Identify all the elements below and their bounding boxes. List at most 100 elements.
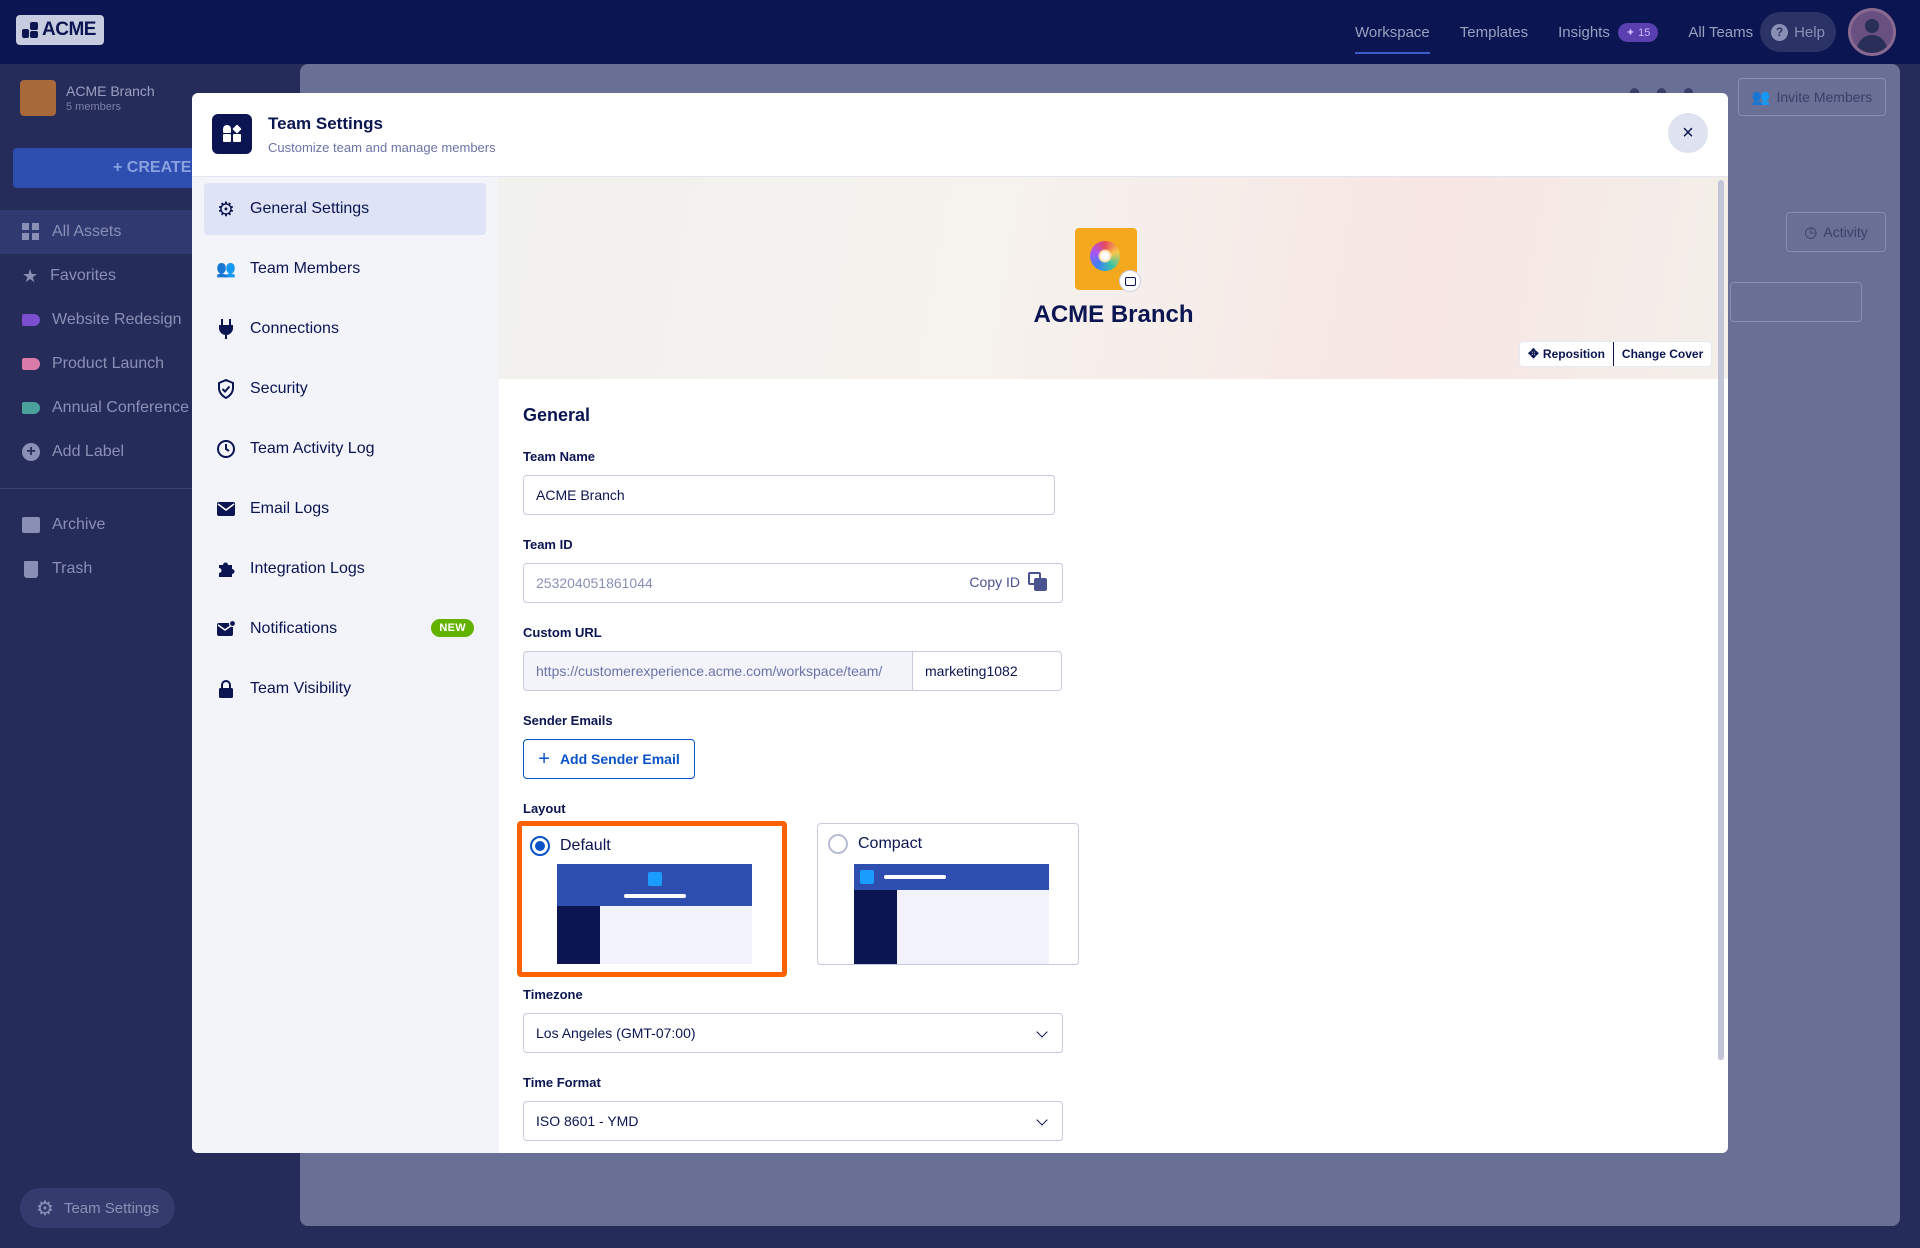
team-settings-icon: [212, 114, 252, 154]
chevron-down-icon: [1036, 1114, 1048, 1126]
reposition-button[interactable]: ✥ Reposition: [1520, 342, 1613, 366]
layout-compact-preview: [854, 864, 1049, 964]
nav-insights-label: Insights: [1558, 23, 1610, 41]
nav-label: Notifications: [250, 620, 338, 637]
layout-default-radio[interactable]: [530, 836, 550, 856]
team-id-field: 253204051861044 Copy ID: [523, 563, 1063, 603]
nav-workspace[interactable]: Workspace: [1355, 0, 1430, 64]
team-avatar[interactable]: [1075, 228, 1141, 292]
layout-default-preview: [557, 864, 752, 964]
reposition-label: Reposition: [1542, 347, 1605, 361]
add-sender-email-button[interactable]: + Add Sender Email: [523, 739, 695, 779]
team-id-value: 253204051861044: [536, 575, 653, 591]
team-settings-button[interactable]: ⚙ Team Settings: [20, 1188, 175, 1228]
background-search-box[interactable]: [1730, 282, 1862, 322]
sidebar-item-label: Favorites: [50, 267, 116, 284]
history-icon: ◷: [1804, 224, 1818, 241]
layout-option-default[interactable]: Default: [517, 821, 787, 977]
plug-icon: [216, 319, 236, 339]
logo-text: ACME: [42, 19, 96, 40]
sender-emails-label: Sender Emails: [523, 713, 613, 728]
nav-integration-logs[interactable]: Integration Logs: [204, 543, 486, 595]
sidebar-item-label: Product Launch: [52, 355, 165, 372]
content-scrollbar[interactable]: [1718, 180, 1724, 1060]
team-name-label: Team Name: [523, 449, 596, 464]
insights-badge: ✦ 15: [1617, 22, 1659, 42]
envelope-icon: [216, 499, 236, 519]
mail-bell-icon: [216, 619, 236, 639]
layout-compact-radio[interactable]: [828, 834, 848, 854]
invite-members-button[interactable]: 👥 Invite Members: [1738, 78, 1886, 116]
team-settings-label: Team Settings: [63, 1199, 159, 1217]
move-icon: ✥: [1528, 346, 1539, 361]
custom-url-input[interactable]: marketing1082: [912, 651, 1062, 691]
close-button[interactable]: ×: [1668, 113, 1708, 153]
nav-team-activity-log[interactable]: Team Activity Log: [204, 423, 486, 475]
sidebar-item-trash[interactable]: Trash: [0, 547, 200, 591]
custom-url-field: https://customerexperience.acme.com/work…: [523, 651, 1062, 691]
sidebar-item-product-launch[interactable]: Product Launch: [0, 342, 200, 386]
scrollbar-thumb[interactable]: [1718, 180, 1724, 1060]
nav-connections[interactable]: Connections: [204, 303, 486, 355]
nav-insights[interactable]: Insights ✦ 15: [1558, 0, 1659, 64]
nav-all-teams[interactable]: All Teams: [1688, 0, 1753, 64]
new-badge: NEW: [431, 619, 474, 637]
cover-actions: ✥ Reposition Change Cover: [1520, 342, 1712, 366]
close-icon: ×: [1682, 121, 1694, 144]
label-tag-icon: [22, 358, 40, 370]
team-cover: ACME Branch ✥ Reposition Change Cover: [499, 177, 1728, 379]
modal-title: Team Settings: [268, 114, 383, 133]
activity-button[interactable]: ◷ Activity: [1786, 212, 1886, 252]
gear-icon: ⚙: [36, 1197, 54, 1220]
sidebar-item-annual-conference[interactable]: Annual Conference: [0, 386, 200, 430]
time-format-label: Time Format: [523, 1075, 601, 1090]
history-icon: [216, 439, 236, 459]
sidebar-team[interactable]: ACME Branch 5 members: [20, 80, 155, 116]
archive-icon: [22, 517, 40, 533]
nav-team-members[interactable]: 👥 Team Members: [204, 243, 486, 295]
sidebar-item-add-label[interactable]: + Add Label: [0, 430, 200, 474]
acme-logo[interactable]: ACME: [16, 15, 104, 45]
activity-label: Activity: [1823, 224, 1868, 240]
modal-header: Team Settings Customize team and manage …: [192, 93, 1728, 177]
change-cover-label: Change Cover: [1621, 347, 1704, 361]
nav-email-logs[interactable]: Email Logs: [204, 483, 486, 535]
copy-id-button[interactable]: Copy ID: [969, 572, 1048, 592]
layout-option-compact[interactable]: Compact: [817, 823, 1079, 965]
nav-templates[interactable]: Templates: [1460, 0, 1528, 64]
timezone-select[interactable]: Los Angeles (GMT-07:00): [523, 1013, 1063, 1053]
nav-label: Team Activity Log: [250, 440, 375, 457]
change-photo-icon[interactable]: [1119, 270, 1141, 292]
layout-default-label: Default: [560, 837, 611, 854]
help-button[interactable]: ? Help: [1760, 12, 1836, 52]
nav-label: Team Visibility: [250, 680, 352, 697]
nav-label: Connections: [250, 320, 339, 337]
nav-label: Team Members: [250, 260, 361, 277]
nav-security[interactable]: Security: [204, 363, 486, 415]
lock-icon: [216, 679, 236, 699]
nav-label: Security: [250, 380, 308, 397]
create-button[interactable]: + CREATE: [13, 148, 213, 188]
nav-notifications[interactable]: Notifications NEW: [204, 603, 486, 655]
user-avatar[interactable]: [1848, 8, 1896, 56]
trash-icon: [24, 560, 38, 578]
change-cover-button[interactable]: Change Cover: [1614, 342, 1711, 366]
custom-url-label: Custom URL: [523, 625, 602, 640]
lollipop-icon: [1090, 241, 1120, 271]
sidebar-item-website-redesign[interactable]: Website Redesign: [0, 298, 200, 342]
nav-team-visibility[interactable]: Team Visibility: [204, 663, 486, 715]
grid-icon: [22, 223, 40, 241]
shield-icon: [216, 379, 236, 399]
label-tag-icon: [22, 314, 40, 326]
sidebar-item-label: Add Label: [52, 443, 125, 460]
sidebar-item-favorites[interactable]: ★ Favorites: [0, 254, 200, 298]
time-format-select[interactable]: ISO 8601 - YMD: [523, 1101, 1063, 1141]
sidebar-item-label: Trash: [52, 560, 93, 577]
section-title-general: General: [523, 405, 591, 425]
nav-general-settings[interactable]: ⚙ General Settings: [204, 183, 486, 235]
team-name-input[interactable]: ACME Branch: [523, 475, 1055, 515]
sidebar-item-archive[interactable]: Archive: [0, 503, 200, 547]
copy-icon: [1028, 572, 1048, 592]
sidebar-item-all-assets[interactable]: All Assets: [0, 210, 200, 254]
sidebar-item-label: All Assets: [52, 223, 122, 240]
